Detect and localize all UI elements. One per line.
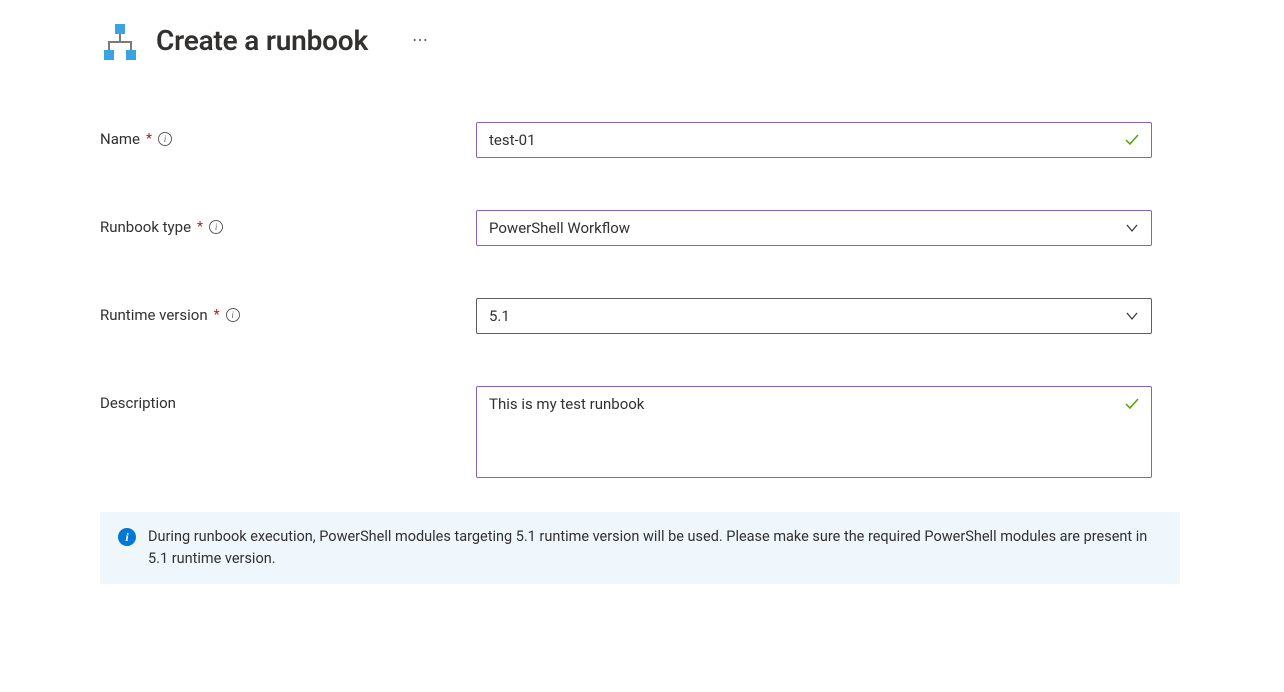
required-indicator: * [146,131,152,147]
runbook-type-label-text: Runbook type [100,218,191,236]
chevron-down-icon [1125,309,1139,323]
info-message-text: During runbook execution, PowerShell mod… [148,526,1162,570]
runbook-type-value: PowerShell Workflow [489,219,630,237]
runbook-type-select[interactable]: PowerShell Workflow [476,210,1152,246]
page-title: Create a runbook [156,24,368,57]
runtime-version-label-text: Runtime version [100,306,208,324]
description-label-text: Description [100,394,176,412]
runtime-version-value: 5.1 [489,307,510,325]
runbook-hierarchy-icon [100,22,140,62]
info-icon[interactable]: i [209,220,223,234]
runtime-version-label: Runtime version * i [100,298,476,324]
name-input[interactable] [476,122,1152,158]
description-label: Description [100,386,476,412]
required-indicator: * [214,307,220,323]
chevron-down-icon [1125,221,1139,235]
info-icon[interactable]: i [226,308,240,322]
info-message-box: i During runbook execution, PowerShell m… [100,512,1180,584]
page-header: Create a runbook ⋯ [100,18,1184,62]
name-label-text: Name [100,130,140,148]
form-row-name: Name * i [100,122,1184,158]
info-circle-icon: i [118,528,136,546]
name-label: Name * i [100,122,476,148]
runtime-version-select[interactable]: 5.1 [476,298,1152,334]
info-icon[interactable]: i [158,132,172,146]
form-row-runtime-version: Runtime version * i 5.1 [100,298,1184,334]
form-row-runbook-type: Runbook type * i PowerShell Workflow [100,210,1184,246]
form-row-description: Description [100,386,1184,482]
required-indicator: * [197,219,203,235]
runbook-type-label: Runbook type * i [100,210,476,236]
description-textarea[interactable] [476,386,1152,478]
more-actions-button[interactable]: ⋯ [404,28,436,52]
